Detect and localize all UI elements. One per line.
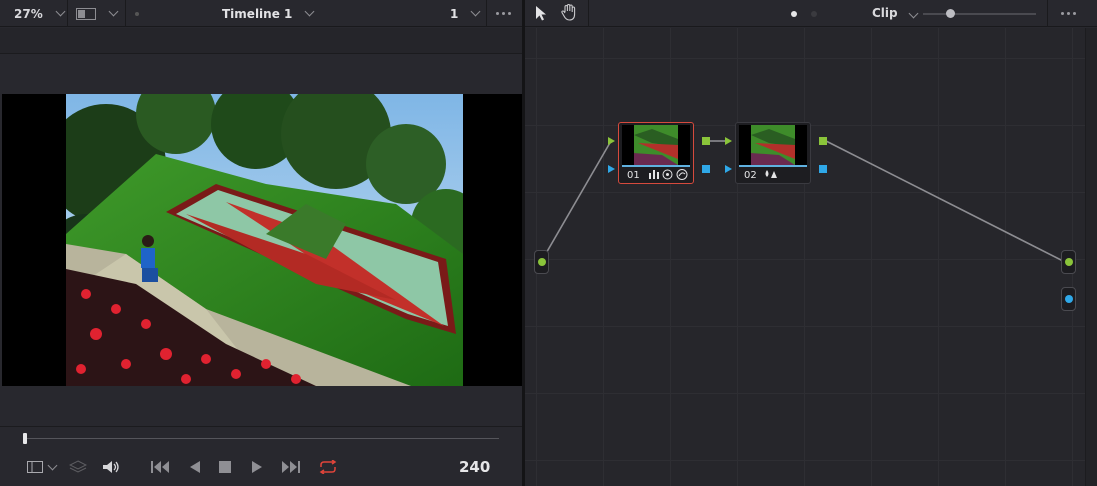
node-thumbnail-image xyxy=(622,125,690,165)
node-tool-icons xyxy=(649,169,688,180)
node-01[interactable]: 01 xyxy=(618,122,694,184)
divider xyxy=(486,0,487,27)
skip-start-icon xyxy=(151,461,169,473)
circle-icon xyxy=(662,169,673,180)
frame-number: 1 xyxy=(450,6,459,21)
playhead[interactable] xyxy=(23,433,27,444)
bars-icon xyxy=(649,170,659,179)
alpha-output-node[interactable] xyxy=(1061,287,1076,311)
video-frame xyxy=(66,94,463,386)
node-01-rgb-output[interactable] xyxy=(702,137,710,145)
chevron-down-icon xyxy=(304,6,315,17)
node-01-key-input[interactable] xyxy=(608,165,615,173)
node-thumbnail xyxy=(622,125,690,165)
node-02-key-input[interactable] xyxy=(725,165,732,173)
viewer-options-button[interactable] xyxy=(496,0,511,27)
layers-button[interactable] xyxy=(68,458,88,476)
play-icon xyxy=(252,461,262,473)
play-button[interactable] xyxy=(248,458,266,476)
timeline-dropdown[interactable]: Timeline 1 xyxy=(222,0,315,27)
more-options-icon xyxy=(496,12,511,15)
wipe-mode-button[interactable] xyxy=(76,0,119,27)
timeline-name: Timeline 1 xyxy=(222,6,293,21)
node-02-rgb-input[interactable] xyxy=(725,137,732,145)
viewer-layout-button[interactable] xyxy=(24,458,58,476)
skip-to-end-button[interactable] xyxy=(278,458,302,476)
play-reverse-button[interactable] xyxy=(186,458,204,476)
timecode: 240 xyxy=(459,458,491,476)
node-bar xyxy=(739,165,807,167)
viewer-canvas[interactable] xyxy=(2,94,522,386)
chevron-down-icon xyxy=(470,6,481,17)
viewer-subbar xyxy=(0,28,522,54)
divider xyxy=(67,0,68,27)
zoom-value: 27% xyxy=(14,6,43,21)
node-label: 01 xyxy=(627,170,640,181)
node-editor-panel: Clip 01 02 xyxy=(525,0,1097,486)
connection-02-to-output xyxy=(825,140,1066,263)
viewer-panel: 27% Timeline 1 1 240 xyxy=(0,0,522,486)
rgb-input-port[interactable] xyxy=(538,258,546,266)
loop-icon xyxy=(319,460,337,474)
divider xyxy=(0,426,522,427)
node-tool-icons xyxy=(764,169,778,179)
loop-button[interactable] xyxy=(316,458,340,476)
node-connections xyxy=(540,140,1066,263)
wipe-mode-icon xyxy=(76,7,96,20)
node-label: 02 xyxy=(744,170,757,181)
play-reverse-icon xyxy=(190,461,200,473)
frame-dropdown[interactable] xyxy=(470,0,481,27)
curves-icon xyxy=(676,169,688,180)
stop-icon xyxy=(219,461,231,473)
node-02[interactable]: 02 xyxy=(735,122,811,184)
skip-to-start-button[interactable] xyxy=(150,458,172,476)
chevron-down-icon xyxy=(55,6,66,17)
resolve-color-page: 27% Timeline 1 1 240 Clip 01 02 xyxy=(0,0,1097,486)
chevron-down-icon xyxy=(47,460,57,470)
node-bar xyxy=(622,165,690,167)
drops-icon xyxy=(765,170,777,178)
node-02-key-output[interactable] xyxy=(819,165,827,173)
scrubber-track[interactable] xyxy=(24,438,499,439)
node-01-key-output[interactable] xyxy=(702,165,710,173)
skip-end-icon xyxy=(282,461,300,473)
unmix-dot xyxy=(135,0,139,27)
viewer-toolbar: 27% Timeline 1 1 xyxy=(0,0,522,27)
rgb-output-node[interactable] xyxy=(1061,250,1076,274)
node-01-rgb-input[interactable] xyxy=(608,137,615,145)
divider xyxy=(125,0,126,27)
connection-source-to-01 xyxy=(540,140,612,263)
node-thumbnail xyxy=(739,125,807,165)
volume-icon xyxy=(103,461,119,473)
alpha-output-port[interactable] xyxy=(1065,295,1073,303)
rgb-input-node[interactable] xyxy=(534,250,549,274)
layers-icon xyxy=(69,460,87,473)
chevron-down-icon xyxy=(108,6,119,17)
node-02-rgb-output[interactable] xyxy=(819,137,827,145)
node-thumbnail-image xyxy=(739,125,807,165)
stop-button[interactable] xyxy=(216,458,234,476)
zoom-dropdown[interactable]: 27% xyxy=(14,0,66,27)
viewer-layout-icon xyxy=(26,461,43,473)
garden-frame-image xyxy=(66,94,463,386)
rgb-output-port[interactable] xyxy=(1065,258,1073,266)
volume-button[interactable] xyxy=(101,458,121,476)
